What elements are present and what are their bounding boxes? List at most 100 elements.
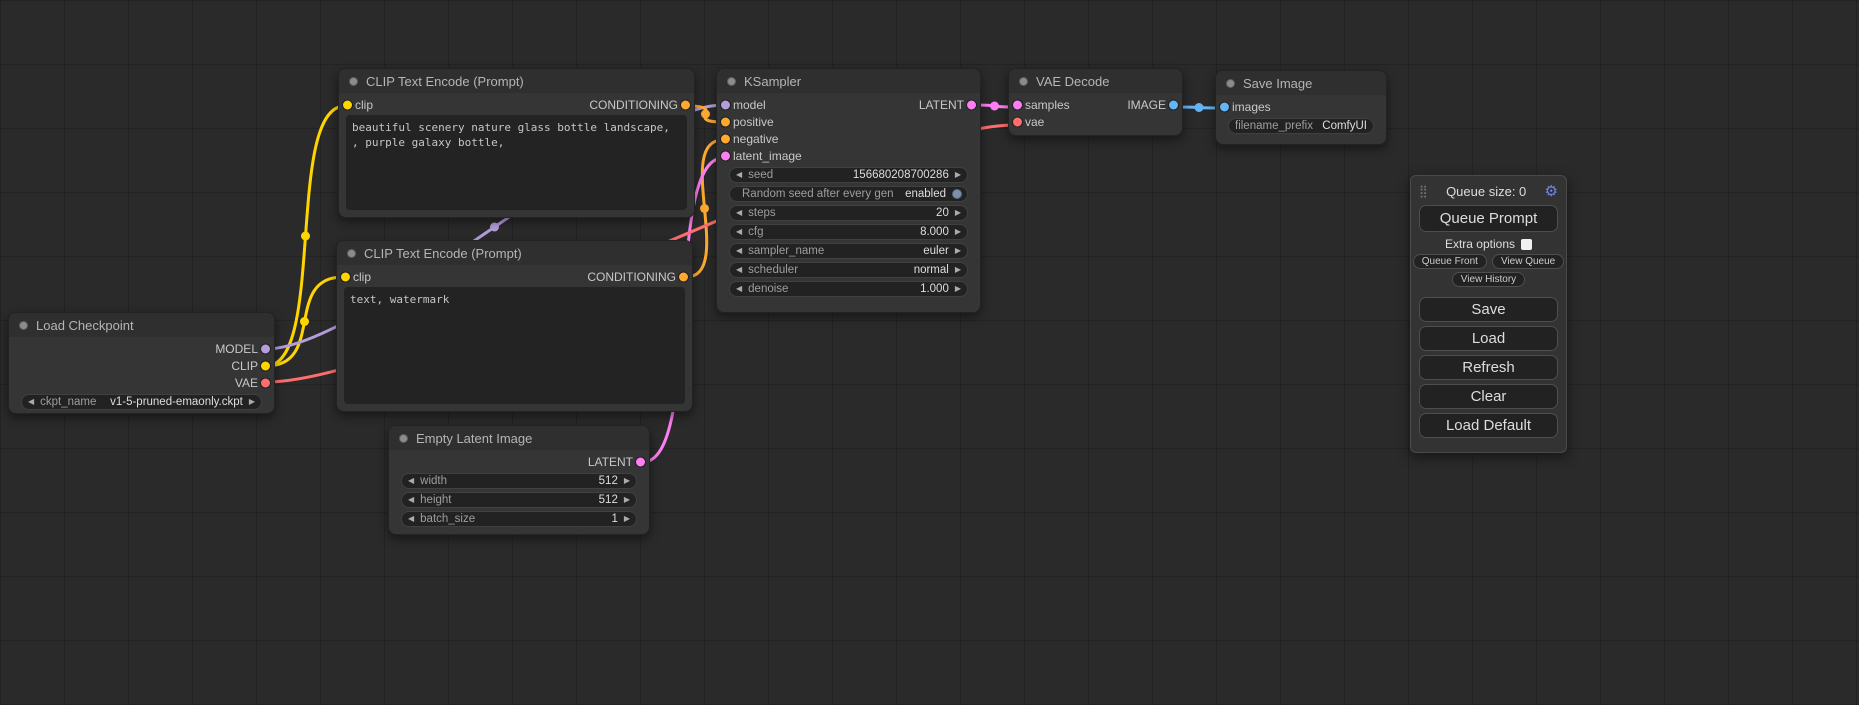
collapse-dot-icon[interactable] <box>1226 79 1235 88</box>
increment-arrow-icon[interactable]: ▶ <box>624 477 630 485</box>
collapse-dot-icon[interactable] <box>349 77 358 86</box>
load-button[interactable]: Load <box>1419 326 1558 351</box>
slot-dot-model-input[interactable] <box>721 100 730 109</box>
negative-prompt-textarea[interactable]: text, watermark <box>344 287 685 404</box>
widget-ckpt-name[interactable]: ◀ ckpt_name v1-5-pruned-emaonly.ckpt ▶ <box>21 394 262 410</box>
slot-dot-latent-output[interactable] <box>636 457 645 466</box>
node-save-image[interactable]: Save Image images filename_prefix ComfyU… <box>1215 70 1387 145</box>
view-history-row: View History <box>1419 272 1558 287</box>
decrement-arrow-icon[interactable]: ◀ <box>736 228 742 236</box>
collapse-dot-icon[interactable] <box>347 249 356 258</box>
widget-steps[interactable]: ◀ steps 20 ▶ <box>729 205 968 221</box>
decrement-arrow-icon[interactable]: ◀ <box>408 477 414 485</box>
node-title-bar[interactable]: Load Checkpoint <box>9 313 274 337</box>
node-clip-text-encode-positive[interactable]: CLIP Text Encode (Prompt) clip CONDITION… <box>338 68 695 218</box>
slot-dot-vae-output[interactable] <box>261 378 270 387</box>
decrement-arrow-icon[interactable]: ◀ <box>736 285 742 293</box>
queue-size-label: Queue size: 0 <box>1428 184 1545 199</box>
clear-button[interactable]: Clear <box>1419 384 1558 409</box>
widget-scheduler[interactable]: ◀ scheduler normal ▶ <box>729 262 968 278</box>
output-slot-latent: LATENT <box>389 453 649 470</box>
slot-dot-positive-input[interactable] <box>721 117 730 126</box>
node-title-bar[interactable]: Empty Latent Image <box>389 426 649 450</box>
increment-arrow-icon[interactable]: ▶ <box>955 171 961 179</box>
node-title-bar[interactable]: CLIP Text Encode (Prompt) <box>337 241 692 265</box>
increment-arrow-icon[interactable]: ▶ <box>955 285 961 293</box>
input-slot-vae: vae <box>1009 113 1182 130</box>
slot-row-model-latent: model LATENT <box>717 96 980 113</box>
node-title-bar[interactable]: VAE Decode <box>1009 69 1182 93</box>
decrement-arrow-icon[interactable]: ◀ <box>736 209 742 217</box>
node-ksampler[interactable]: KSampler model LATENT positive negative … <box>716 68 981 313</box>
slot-dot-model-output[interactable] <box>261 344 270 353</box>
widget-height[interactable]: ◀ height 512 ▶ <box>401 492 637 508</box>
queue-prompt-button[interactable]: Queue Prompt <box>1419 205 1558 232</box>
slot-dot-negative-input[interactable] <box>721 134 730 143</box>
increment-arrow-icon[interactable]: ▶ <box>624 515 630 523</box>
slot-dot-clip-output[interactable] <box>261 361 270 370</box>
increment-arrow-icon[interactable]: ▶ <box>955 266 961 274</box>
positive-prompt-textarea[interactable]: beautiful scenery nature glass bottle la… <box>346 115 687 210</box>
node-graph-canvas[interactable]: Load Checkpoint MODEL CLIP VAE ◀ ckpt_na… <box>0 0 1859 705</box>
settings-gear-icon[interactable]: ⚙ <box>1545 184 1558 199</box>
slot-dot-latent-image-input[interactable] <box>721 151 730 160</box>
widget-batch-size[interactable]: ◀ batch_size 1 ▶ <box>401 511 637 527</box>
extra-options-checkbox[interactable] <box>1521 239 1532 250</box>
node-title-bar[interactable]: Save Image <box>1216 71 1386 95</box>
widget-label: seed <box>748 169 773 181</box>
node-title-bar[interactable]: KSampler <box>717 69 980 93</box>
widget-cfg[interactable]: ◀ cfg 8.000 ▶ <box>729 224 968 240</box>
decrement-arrow-icon[interactable]: ◀ <box>736 247 742 255</box>
decrement-arrow-icon[interactable]: ◀ <box>408 515 414 523</box>
decrement-arrow-icon[interactable]: ◀ <box>736 171 742 179</box>
slot-dot-images-input[interactable] <box>1220 102 1229 111</box>
slot-dot-conditioning-output[interactable] <box>681 100 690 109</box>
node-empty-latent-image[interactable]: Empty Latent Image LATENT ◀ width 512 ▶ … <box>388 425 650 535</box>
view-history-button[interactable]: View History <box>1452 272 1525 287</box>
slot-row-clip-conditioning: clip CONDITIONING <box>337 268 692 285</box>
toggle-dot-icon[interactable] <box>952 189 962 199</box>
slot-dot-latent-output[interactable] <box>967 100 976 109</box>
widget-value: normal <box>804 264 949 276</box>
link-midpoint-dot <box>300 317 309 326</box>
increment-arrow-icon[interactable]: ▶ <box>624 496 630 504</box>
refresh-button[interactable]: Refresh <box>1419 355 1558 380</box>
widget-width[interactable]: ◀ width 512 ▶ <box>401 473 637 489</box>
output-slot-model: MODEL <box>9 340 274 357</box>
queue-front-button[interactable]: Queue Front <box>1413 254 1487 269</box>
decrement-arrow-icon[interactable]: ◀ <box>736 266 742 274</box>
slot-dot-clip-input[interactable] <box>341 272 350 281</box>
widget-filename-prefix[interactable]: filename_prefix ComfyUI <box>1228 118 1374 134</box>
widget-denoise[interactable]: ◀ denoise 1.000 ▶ <box>729 281 968 297</box>
collapse-dot-icon[interactable] <box>727 77 736 86</box>
link-midpoint-dot <box>301 232 310 241</box>
node-load-checkpoint[interactable]: Load Checkpoint MODEL CLIP VAE ◀ ckpt_na… <box>8 312 275 414</box>
collapse-dot-icon[interactable] <box>19 321 28 330</box>
collapse-dot-icon[interactable] <box>1019 77 1028 86</box>
increment-arrow-icon[interactable]: ▶ <box>955 228 961 236</box>
view-queue-button[interactable]: View Queue <box>1492 254 1564 269</box>
decrement-arrow-icon[interactable]: ◀ <box>408 496 414 504</box>
slot-dot-samples-input[interactable] <box>1013 100 1022 109</box>
increment-arrow-icon[interactable]: ▶ <box>955 209 961 217</box>
decrement-arrow-icon[interactable]: ◀ <box>28 398 34 406</box>
output-slot-clip: CLIP <box>9 357 274 374</box>
save-button[interactable]: Save <box>1419 297 1558 322</box>
slot-dot-conditioning-output[interactable] <box>679 272 688 281</box>
increment-arrow-icon[interactable]: ▶ <box>955 247 961 255</box>
slot-dot-image-output[interactable] <box>1169 100 1178 109</box>
increment-arrow-icon[interactable]: ▶ <box>249 398 255 406</box>
collapse-dot-icon[interactable] <box>399 434 408 443</box>
slot-label-conditioning: CONDITIONING <box>587 270 676 284</box>
widget-value: enabled <box>900 188 946 200</box>
widget-random-seed-toggle[interactable]: Random seed after every gen enabled <box>729 186 968 202</box>
drag-handle-icon[interactable]: ⣿ <box>1419 184 1428 198</box>
widget-seed[interactable]: ◀ seed 156680208700286 ▶ <box>729 167 968 183</box>
slot-dot-clip-input[interactable] <box>343 100 352 109</box>
node-title-bar[interactable]: CLIP Text Encode (Prompt) <box>339 69 694 93</box>
slot-dot-vae-input[interactable] <box>1013 117 1022 126</box>
node-vae-decode[interactable]: VAE Decode samples IMAGE vae <box>1008 68 1183 136</box>
load-default-button[interactable]: Load Default <box>1419 413 1558 438</box>
node-clip-text-encode-negative[interactable]: CLIP Text Encode (Prompt) clip CONDITION… <box>336 240 693 412</box>
widget-sampler-name[interactable]: ◀ sampler_name euler ▶ <box>729 243 968 259</box>
